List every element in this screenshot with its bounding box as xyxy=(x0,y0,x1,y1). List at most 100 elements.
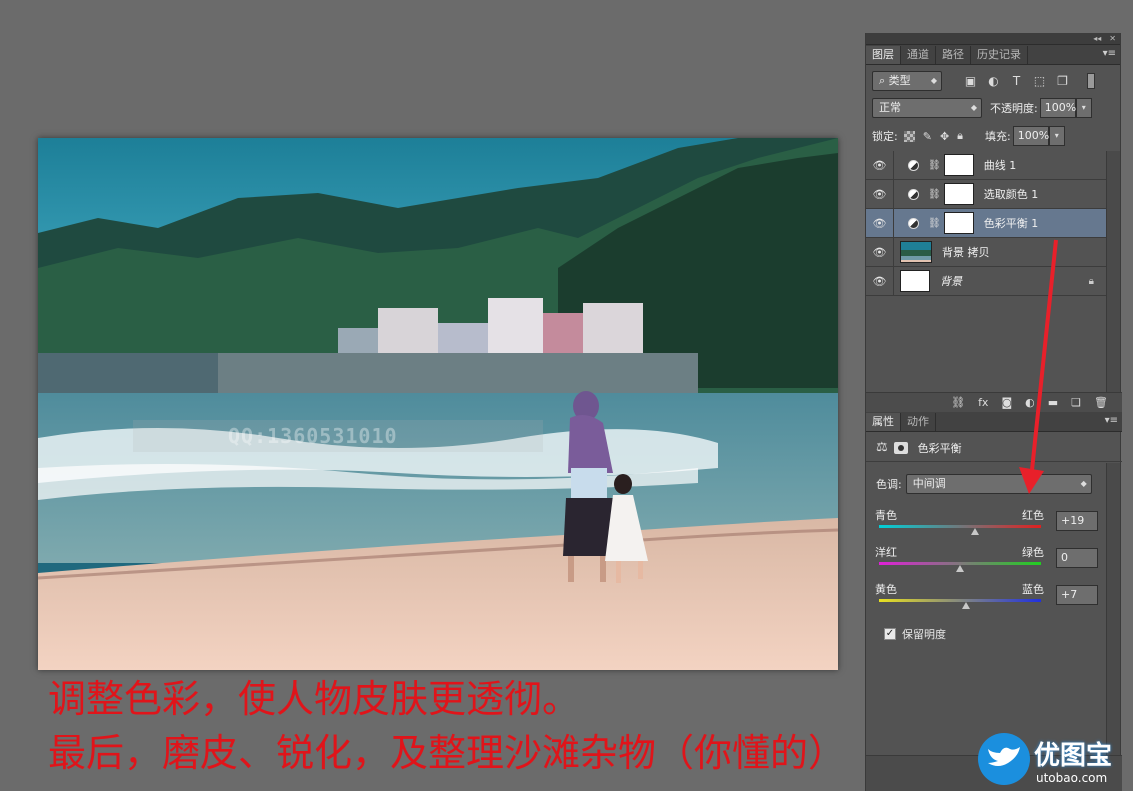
link-chain-icon[interactable]: ⛓︎ xyxy=(928,189,941,200)
layer-name: 曲线 1 xyxy=(983,159,1017,172)
new-adjustment-icon[interactable]: ◐ xyxy=(1025,396,1035,409)
layer-name: 色彩平衡 1 xyxy=(983,217,1039,230)
preserve-luminosity-label: 保留明度 xyxy=(902,628,946,641)
opacity-input[interactable]: 100% xyxy=(1039,98,1076,118)
tab-actions[interactable]: 动作 xyxy=(901,413,936,431)
cyan-red-value[interactable]: +19 xyxy=(1056,511,1098,531)
smart-object-filter-icon[interactable]: ❐ xyxy=(1056,74,1069,88)
layers-properties-panel: ◂◂ ✕ 图层 通道 路径 历史记录 ▾≡ ⌕ 类型 ◆ ▣ ◐ T ⬚ ❐ 正… xyxy=(865,33,1122,791)
fill-input[interactable]: 100% xyxy=(1012,126,1049,146)
new-layer-icon[interactable]: ❏ xyxy=(1071,396,1081,409)
layer-row-selected[interactable]: 👁︎ ⛓︎ 色彩平衡 1 xyxy=(866,208,1108,238)
visibility-eye-icon[interactable]: 👁︎ xyxy=(866,150,894,180)
slider-track[interactable] xyxy=(879,599,1041,602)
slider-left-label: 青色 xyxy=(875,509,897,522)
link-layers-icon[interactable]: ⛓︎ xyxy=(951,396,965,409)
layers-scrollbar[interactable] xyxy=(1106,151,1120,392)
lock-transparent-icon[interactable] xyxy=(903,130,915,142)
tab-paths[interactable]: 路径 xyxy=(936,46,971,64)
tone-label: 色调: xyxy=(876,478,902,491)
layer-row[interactable]: 👁︎ 背景 拷贝 xyxy=(866,237,1108,267)
site-logo: 优图宝 utobao.com xyxy=(978,733,1133,791)
blend-mode-dropdown[interactable]: 正常 ◆ xyxy=(872,98,982,118)
fx-icon[interactable]: fx xyxy=(978,396,988,409)
adjustment-filter-icon[interactable]: ◐ xyxy=(987,74,1000,88)
collapse-icon[interactable]: ◂◂ xyxy=(1093,34,1101,43)
slider-thumb[interactable] xyxy=(971,528,980,535)
properties-header: ⚖︎ 色彩平衡 xyxy=(866,434,1122,462)
layer-thumbnail-image xyxy=(901,242,931,262)
yellow-blue-value[interactable]: +7 xyxy=(1056,585,1098,605)
layer-row[interactable]: 👁︎ ⛓︎ 曲线 1 xyxy=(866,150,1108,180)
layer-thumbnail xyxy=(900,270,930,292)
opacity-dropdown-button[interactable]: ▾ xyxy=(1075,98,1092,118)
fill-label: 填充: xyxy=(985,130,1011,143)
document-canvas[interactable] xyxy=(38,138,838,670)
preserve-luminosity-checkbox[interactable]: ✓ xyxy=(884,628,896,640)
watermark: QQ:1360531010 xyxy=(228,424,398,448)
beach-photo xyxy=(38,138,838,670)
magenta-green-value[interactable]: 0 xyxy=(1056,548,1098,568)
layer-mask-thumbnail[interactable] xyxy=(943,154,974,176)
panel-title-bar: ◂◂ ✕ xyxy=(866,33,1120,45)
panel-menu-icon[interactable]: ▾≡ xyxy=(1105,415,1118,426)
layers-tab-bar: 图层 通道 路径 历史记录 ▾≡ xyxy=(866,45,1120,65)
tab-history[interactable]: 历史记录 xyxy=(971,46,1028,64)
link-chain-icon[interactable]: ⛓︎ xyxy=(928,160,941,171)
layer-mask-thumbnail[interactable] xyxy=(943,183,974,205)
properties-tab-bar: 属性 动作 ▾≡ xyxy=(866,412,1122,432)
lock-all-icon[interactable]: 🔒︎ xyxy=(957,129,963,143)
slider-track[interactable] xyxy=(879,525,1041,528)
type-filter-icon[interactable]: T xyxy=(1010,74,1023,88)
layer-filter-row: ⌕ 类型 ◆ ▣ ◐ T ⬚ ❐ xyxy=(866,69,1122,93)
new-group-icon[interactable]: ▬ xyxy=(1048,396,1058,409)
visibility-eye-icon[interactable]: 👁︎ xyxy=(866,208,894,238)
layer-row[interactable]: 👁︎ ⛓︎ 选取颜色 1 xyxy=(866,179,1108,209)
add-mask-icon[interactable]: ◙ xyxy=(1001,396,1012,409)
trash-icon[interactable]: 🗑︎ xyxy=(1094,396,1108,409)
link-chain-icon[interactable]: ⛓︎ xyxy=(928,218,941,229)
image-filter-icon[interactable]: ▣ xyxy=(964,74,977,88)
logo-name: 优图宝 xyxy=(1034,741,1113,771)
visibility-eye-icon[interactable]: 👁︎ xyxy=(866,266,894,296)
mask-icon[interactable] xyxy=(893,441,908,454)
bird-logo-icon xyxy=(978,733,1030,785)
properties-tabs: 属性 动作 ▾≡ xyxy=(866,412,1122,432)
tab-channels[interactable]: 通道 xyxy=(901,46,936,64)
lock-label: 锁定: xyxy=(872,130,898,143)
yellow-blue-slider: 黄色 蓝色 +7 xyxy=(866,581,1108,615)
tab-layers[interactable]: 图层 xyxy=(866,46,901,64)
shape-filter-icon[interactable]: ⬚ xyxy=(1033,74,1046,88)
layer-row[interactable]: 👁︎ 背景 🔒︎ xyxy=(866,266,1108,296)
layer-filter-dropdown[interactable]: ⌕ 类型 ◆ xyxy=(872,71,942,91)
layer-thumbnail xyxy=(900,241,932,263)
slider-thumb[interactable] xyxy=(961,602,970,609)
layer-name: 背景 拷贝 xyxy=(942,246,990,259)
adjustment-layer-icon xyxy=(908,159,919,171)
visibility-eye-icon[interactable]: 👁︎ xyxy=(866,237,894,267)
layer-name: 选取颜色 1 xyxy=(983,188,1039,201)
chevron-updown-icon: ◆ xyxy=(930,76,937,85)
search-icon: ⌕ xyxy=(879,74,886,87)
slider-thumb[interactable] xyxy=(956,565,964,572)
properties-scrollbar[interactable] xyxy=(1106,463,1120,755)
layer-mask-thumbnail[interactable] xyxy=(943,212,974,234)
close-icon[interactable]: ✕ xyxy=(1109,34,1116,43)
tone-dropdown[interactable]: 中间调 ◆ xyxy=(905,474,1092,494)
filter-toggle[interactable] xyxy=(1087,73,1095,89)
lock-position-icon[interactable]: ✥ xyxy=(940,130,949,143)
visibility-eye-icon[interactable]: 👁︎ xyxy=(866,179,894,209)
tab-properties[interactable]: 属性 xyxy=(866,413,901,431)
lock-pixels-icon[interactable]: ✎ xyxy=(923,130,932,143)
adjustment-layer-icon xyxy=(908,188,919,200)
panel-menu-icon[interactable]: ▾≡ xyxy=(1103,48,1116,59)
caption-line-2: 最后，磨皮、锐化，及整理沙滩杂物（你懂的） xyxy=(48,731,847,775)
slider-right-label: 绿色 xyxy=(1022,546,1044,559)
chevron-updown-icon: ◆ xyxy=(1080,479,1087,488)
cyan-red-slider: 青色 红色 +19 xyxy=(866,507,1108,541)
blend-row: 正常 ◆ 不透明度: 100% ▾ xyxy=(866,96,1122,120)
fill-dropdown-button[interactable]: ▾ xyxy=(1048,126,1065,146)
chevron-updown-icon: ◆ xyxy=(970,103,977,112)
tone-row: 色调: 中间调 ◆ xyxy=(866,473,1122,495)
logo-url: utobao.com xyxy=(1036,771,1108,785)
